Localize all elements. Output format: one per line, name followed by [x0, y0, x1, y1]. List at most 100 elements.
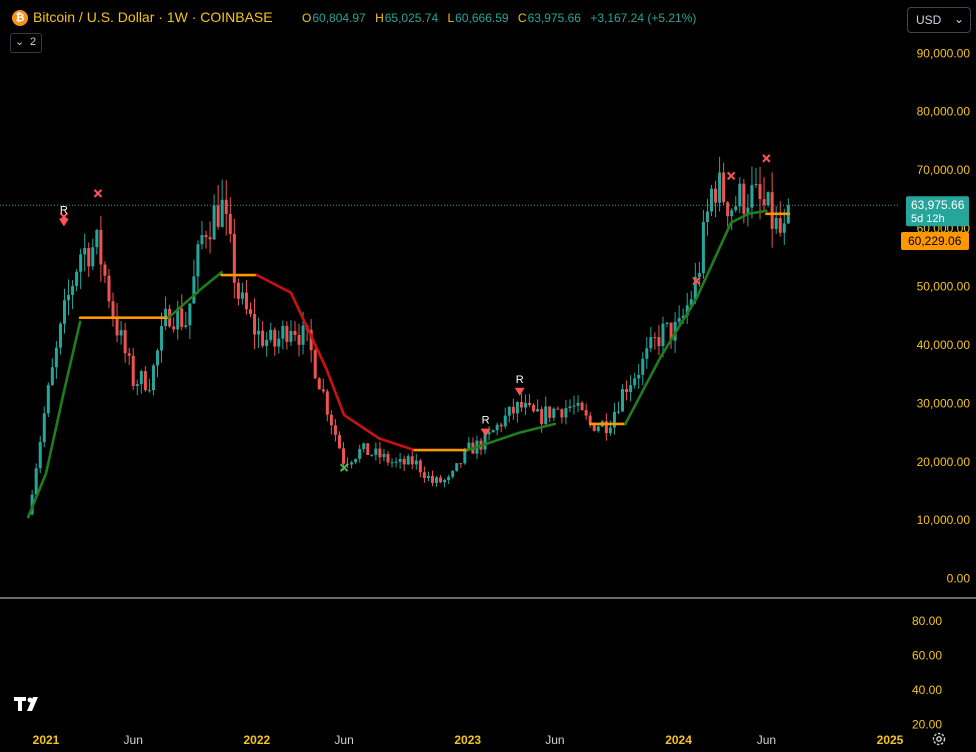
candle-body [378, 448, 382, 458]
candle-body [143, 371, 147, 391]
candle-body [447, 476, 451, 480]
candle-body [544, 406, 548, 425]
y-tick-label: 80,000.00 [917, 105, 971, 119]
candle-body [560, 409, 564, 418]
candle-body [515, 402, 519, 414]
candle-body [596, 426, 600, 431]
candle-body [410, 456, 414, 465]
x-tick-label: Jun [757, 733, 776, 747]
candle-body [261, 330, 265, 346]
tradingview-logo-icon [14, 697, 38, 711]
candle-body [366, 443, 370, 456]
candle-body [131, 355, 135, 387]
candle-body [236, 282, 240, 299]
candle-body [160, 326, 164, 351]
candle-body [406, 456, 410, 465]
trail-line-up [624, 209, 768, 426]
candle-body [782, 223, 786, 233]
candle-body [342, 448, 346, 464]
candle-body [216, 205, 220, 227]
candle-body [87, 247, 91, 267]
candle-body [374, 448, 378, 455]
candle-body [507, 406, 511, 416]
candle-body [50, 367, 54, 386]
candle-body [139, 371, 143, 385]
candle-body [697, 273, 701, 277]
x-tick-label: 2022 [244, 733, 271, 747]
osc-y-tick-label: 80.00 [912, 614, 942, 628]
candle-body [548, 406, 552, 418]
price-chart[interactable]: 90,000.0080,000.0070,000.0060,000.0050,0… [0, 0, 976, 752]
candle-body [778, 218, 782, 233]
candle-body [83, 247, 87, 255]
candle-body [196, 244, 200, 277]
candle-body [62, 300, 66, 324]
candle-body [398, 458, 402, 462]
candle-body [180, 308, 184, 327]
candle-body [774, 218, 778, 229]
candle-body [103, 264, 107, 276]
bar-countdown-label: 5d 12h [911, 213, 945, 225]
signal-x-marker [726, 171, 736, 181]
candle-body [762, 199, 766, 206]
candle-body [495, 424, 499, 431]
candle-body [677, 317, 681, 322]
candle-body [608, 427, 612, 434]
candle-body [354, 458, 358, 463]
candle-body [358, 449, 362, 459]
candle-body [277, 338, 281, 347]
candle-body [329, 414, 333, 426]
candle-body [402, 458, 406, 465]
candle-body [249, 309, 253, 315]
candle-body [661, 323, 665, 347]
candle-body [313, 350, 317, 379]
candle-body [580, 402, 584, 411]
trail-line-up [466, 422, 557, 452]
candle-body [657, 337, 661, 347]
candle-body [616, 411, 620, 413]
x-tick-label: Jun [124, 733, 143, 747]
y-tick-label: 90,000.00 [917, 46, 971, 60]
signal-r-triangle [58, 218, 69, 227]
candle-body [459, 463, 463, 465]
candle-body [273, 329, 277, 347]
candle-body [649, 337, 653, 349]
candle-body [491, 430, 495, 433]
candle-body [67, 294, 71, 301]
y-tick-label: 40,000.00 [917, 338, 971, 352]
x-tick-label: 2024 [665, 733, 692, 747]
candle-body [204, 235, 208, 238]
candle-body [430, 475, 434, 483]
candle-body [414, 460, 418, 465]
candle-body [244, 292, 248, 310]
candle-body [192, 276, 196, 304]
settings-gear-icon[interactable] [931, 731, 947, 747]
candle-body [135, 384, 139, 387]
x-tick-label: 2021 [33, 733, 60, 747]
candle-body [317, 378, 321, 390]
candle-body [645, 348, 649, 359]
candle-body [127, 353, 131, 356]
trail-price-label: 60,229.06 [908, 234, 962, 248]
candle-body [228, 213, 232, 234]
candle-body [54, 347, 58, 368]
candle-body [382, 453, 386, 458]
candle-body [633, 378, 637, 386]
candle-body [99, 229, 103, 265]
candle-body [758, 184, 762, 200]
candle-body [564, 408, 568, 418]
candle-body [742, 183, 746, 214]
candle-body [184, 325, 188, 327]
candle-body [503, 415, 507, 427]
signal-x-marker [93, 189, 103, 198]
candle-body [224, 199, 228, 214]
candle-body [58, 323, 62, 348]
candle-body [665, 322, 669, 324]
candle-body [240, 292, 244, 299]
candle-body [709, 188, 713, 212]
candle-body [653, 337, 657, 339]
candle-body [455, 463, 459, 471]
candle-body [321, 389, 325, 392]
candle-body [629, 385, 633, 393]
osc-y-tick-label: 40.00 [912, 683, 942, 697]
